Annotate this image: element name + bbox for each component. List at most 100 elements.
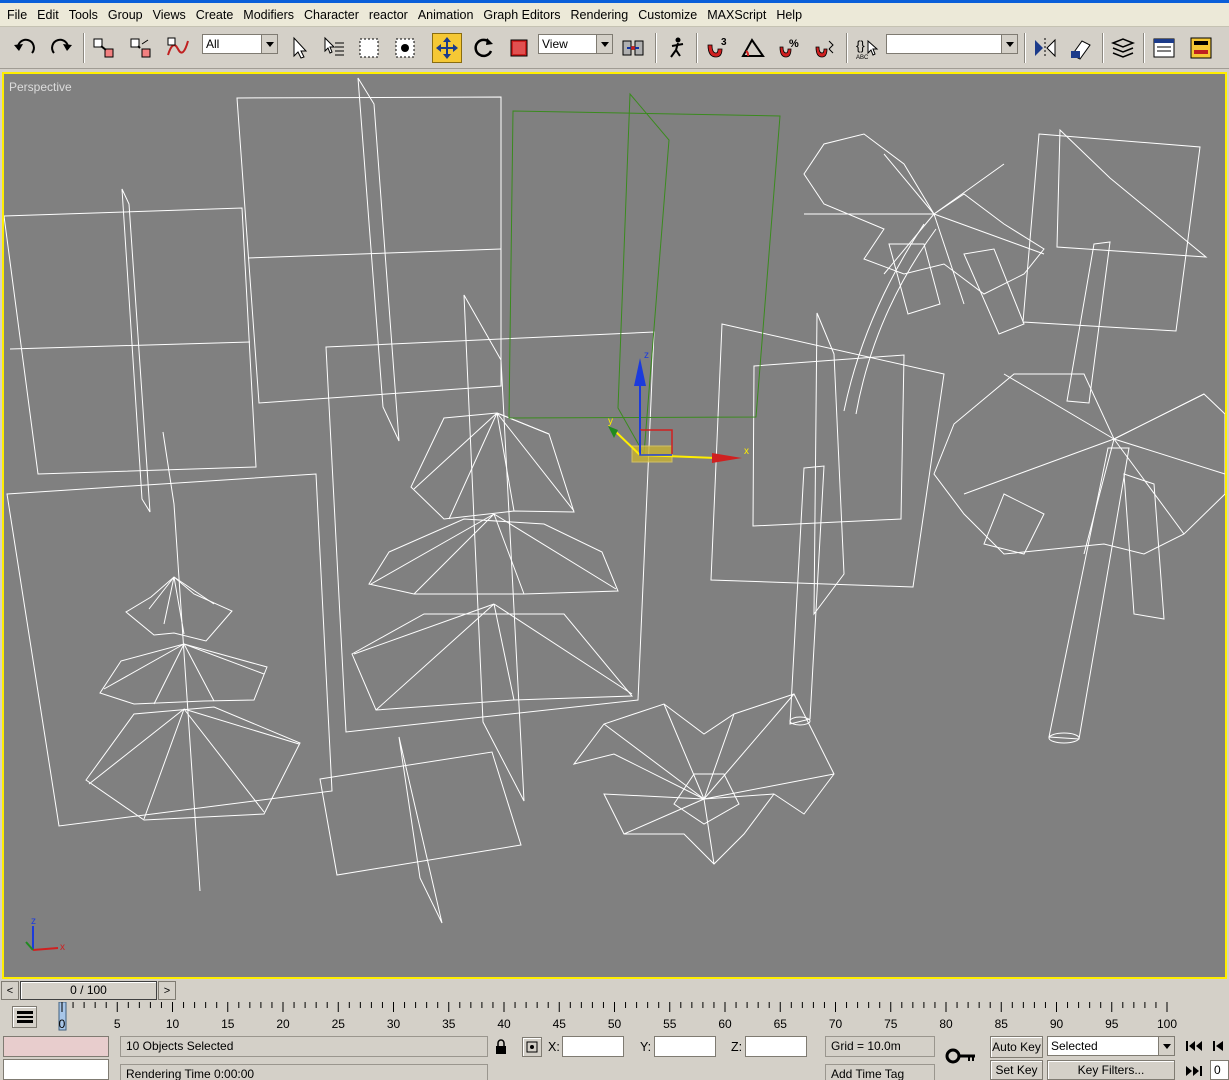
absolute-relative-toggle[interactable] <box>522 1037 542 1057</box>
plane-1-midline <box>9 341 251 350</box>
go-to-end-icon[interactable] <box>1185 1065 1203 1080</box>
window-crossing-icon[interactable] <box>390 33 420 63</box>
current-frame-field[interactable]: 0 <box>1210 1060 1229 1080</box>
svg-text:{}: {} <box>856 38 865 53</box>
palm-tree-1 <box>789 133 1045 726</box>
time-slider-track[interactable] <box>177 981 1229 1000</box>
spinner-snap-icon[interactable] <box>810 33 840 63</box>
ruler-tick-label: 50 <box>608 1017 622 1031</box>
key-mode-dropdown[interactable]: Selected <box>1047 1036 1175 1056</box>
menu-file[interactable]: File <box>2 4 32 26</box>
maxscript-input[interactable] <box>3 1059 109 1080</box>
redo-icon[interactable] <box>46 33 76 63</box>
viewport-label[interactable]: Perspective <box>9 80 72 94</box>
transform-mode-icon <box>526 1041 538 1053</box>
z-coord-field[interactable] <box>745 1036 807 1057</box>
x-coord-field[interactable] <box>562 1036 624 1057</box>
menu-help[interactable]: Help <box>771 4 807 26</box>
undo-icon[interactable] <box>10 33 40 63</box>
percent-snap-icon[interactable]: % <box>774 33 804 63</box>
viewport-frame: z x y z x Perspective <box>0 70 1229 981</box>
menu-reactor[interactable]: reactor <box>364 4 413 26</box>
y-coord-label: Y: <box>640 1040 652 1054</box>
bind-space-warp-icon[interactable] <box>163 33 193 63</box>
x-coord-label: X: <box>548 1040 560 1054</box>
track-bar[interactable]: 0 5 10 15 20 25 30 35 40 45 50 55 60 65 70 75 80 85 90 95 10… <box>0 1002 1229 1034</box>
ruler-tick-label: 60 <box>718 1017 732 1031</box>
svg-text:ABC: ABC <box>856 55 869 61</box>
time-slider[interactable]: 0 / 100 <box>20 981 157 1000</box>
scene-wireframe: z x y z x <box>4 77 1225 953</box>
y-coord-field[interactable] <box>654 1036 716 1057</box>
menu-customize[interactable]: Customize <box>633 4 702 26</box>
selection-lock-icon[interactable] <box>494 1039 508 1058</box>
svg-text:y: y <box>608 416 613 427</box>
menu-bar: File Edit Tools Group Views Create Modifiers Ch… <box>0 3 1229 27</box>
key-filters-button[interactable]: Key Filters... <box>1047 1060 1175 1080</box>
add-time-tag-button[interactable]: Add Time Tag <box>825 1064 935 1080</box>
svg-text:x: x <box>60 942 65 953</box>
set-key-mode-icon[interactable] <box>945 1046 977 1069</box>
ruler-tick-label: 40 <box>497 1017 511 1031</box>
edit-named-selections-icon[interactable]: {} ABC <box>852 33 882 63</box>
manipulate-icon[interactable] <box>661 33 691 63</box>
ruler-tick-label: 15 <box>221 1017 235 1031</box>
mirror-icon[interactable] <box>1030 33 1060 63</box>
ruler-tick-label: 55 <box>663 1017 677 1031</box>
plane-2-cross <box>357 77 400 442</box>
reference-coordinate-dropdown[interactable]: View <box>538 34 613 54</box>
time-next-button[interactable]: > <box>158 981 176 1000</box>
select-object-icon[interactable] <box>284 33 314 63</box>
menu-character[interactable]: Character <box>299 4 364 26</box>
select-and-move-icon[interactable] <box>432 33 462 63</box>
palm-tree-2 <box>933 241 1225 744</box>
menu-edit[interactable]: Edit <box>32 4 64 26</box>
select-by-name-icon[interactable] <box>319 33 349 63</box>
select-and-link-icon[interactable] <box>89 33 119 63</box>
ruler-tick-label: 35 <box>442 1017 456 1031</box>
svg-text:z: z <box>31 916 36 927</box>
selection-filter-dropdown[interactable]: All <box>202 34 278 54</box>
menu-create[interactable]: Create <box>191 4 239 26</box>
perspective-viewport[interactable]: z x y z x Perspective <box>2 72 1227 979</box>
unlink-selection-icon[interactable] <box>126 33 156 63</box>
snaps-toggle-icon[interactable]: 3 <box>702 33 732 63</box>
use-pivot-center-icon[interactable] <box>618 33 648 63</box>
menu-graph-editors[interactable]: Graph Editors <box>478 4 565 26</box>
go-to-start-icon[interactable] <box>1185 1040 1203 1055</box>
set-key-button[interactable]: Set Key <box>990 1060 1043 1080</box>
schematic-view-icon[interactable] <box>1186 33 1216 63</box>
layer-manager-icon[interactable] <box>1108 33 1138 63</box>
maxscript-listener-mini[interactable] <box>3 1036 109 1057</box>
previous-frame-icon[interactable] <box>1212 1040 1226 1055</box>
menu-views[interactable]: Views <box>148 4 191 26</box>
billboard-plane-5 <box>319 751 522 876</box>
selection-bounding-box <box>508 92 781 456</box>
plane-7-cross <box>1056 128 1208 258</box>
curve-editor-icon[interactable] <box>1149 33 1179 63</box>
mini-curve-editor-icon <box>16 1011 33 1023</box>
ruler-tick-label: 0 <box>59 1017 66 1031</box>
select-and-scale-icon[interactable] <box>504 33 534 63</box>
menu-modifiers[interactable]: Modifiers <box>238 4 299 26</box>
plane-3-cross <box>162 431 201 892</box>
rectangular-selection-icon[interactable] <box>354 33 384 63</box>
menu-animation[interactable]: Animation <box>413 4 479 26</box>
auto-key-button[interactable]: Auto Key <box>990 1036 1043 1058</box>
open-mini-curve-editor-button[interactable] <box>12 1006 37 1028</box>
menu-group[interactable]: Group <box>103 4 148 26</box>
svg-text:z: z <box>644 350 649 361</box>
named-selection-sets-dropdown[interactable] <box>886 34 1018 54</box>
plane-5-cross <box>398 736 443 924</box>
align-icon[interactable] <box>1066 33 1096 63</box>
angle-snap-icon[interactable] <box>738 33 768 63</box>
menu-rendering[interactable]: Rendering <box>566 4 634 26</box>
menu-tools[interactable]: Tools <box>64 4 103 26</box>
ruler-tick-label: 100 <box>1157 1017 1177 1031</box>
time-prev-button[interactable]: < <box>1 981 19 1000</box>
ruler-tick-label: 45 <box>553 1017 567 1031</box>
select-and-rotate-icon[interactable] <box>468 33 498 63</box>
menu-maxscript[interactable]: MAXScript <box>702 4 771 26</box>
prompt-line: Rendering Time 0:00:00 <box>120 1064 488 1080</box>
ruler-tick-label: 85 <box>995 1017 1009 1031</box>
